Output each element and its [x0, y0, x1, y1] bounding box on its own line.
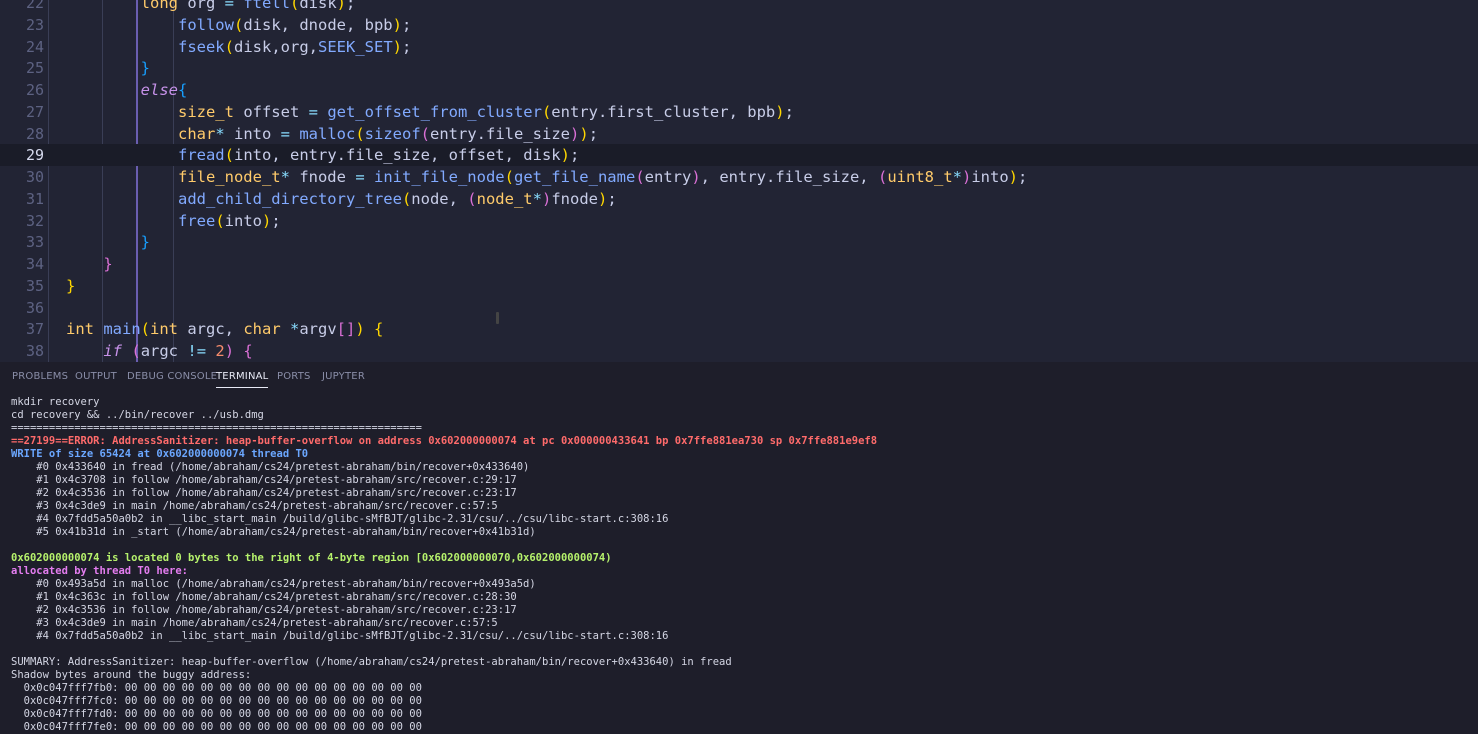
code-text: follow(disk, dnode, bpb); — [177, 15, 412, 34]
tab-output[interactable]: OUTPUT — [75, 371, 117, 382]
terminal-line: 0x602000000074 is located 0 bytes to the… — [11, 552, 612, 564]
terminal-line: #1 0x4c363c in follow /home/abraham/cs24… — [11, 591, 517, 603]
terminal-line: 0x0c047fff7fb0: 00 00 00 00 00 00 00 00 … — [11, 682, 422, 694]
tab-debug-console[interactable]: DEBUG CONSOLE — [127, 371, 217, 382]
terminal-line: #4 0x7fdd5a50a0b2 in __libc_start_main /… — [11, 513, 669, 525]
terminal-line: #3 0x4c3de9 in main /home/abraham/cs24/p… — [11, 500, 498, 512]
tab-jupyter[interactable]: JUPYTER — [322, 371, 365, 382]
tab-ports[interactable]: PORTS — [277, 371, 311, 382]
line-number: 36 — [25, 298, 44, 317]
line-number: 34 — [25, 255, 44, 273]
line-number: 37 — [25, 320, 44, 339]
terminal-line: ==27199==ERROR: AddressSanitizer: heap-b… — [11, 435, 878, 447]
code-line[interactable]: 22 long org = ftell(disk); — [0, 0, 1478, 14]
line-number: 27 — [25, 102, 44, 121]
terminal-line: WRITE of size 65424 at 0x602000000074 th… — [11, 448, 309, 460]
code-line[interactable]: 23 follow(disk, dnode, bpb); — [0, 14, 1478, 36]
code-editor[interactable]: 22 long org = ftell(disk); 23 follow(disk… — [0, 0, 1478, 362]
code-text: int main(int argc, char *argv[]) { — [66, 320, 384, 339]
code-text: file_node_t* fnode = init_file_node(get_… — [177, 168, 1028, 186]
terminal-line: #0 0x433640 in fread (/home/abraham/cs24… — [11, 461, 530, 473]
mouse-cursor-icon — [496, 312, 499, 324]
code-text: } — [140, 233, 150, 252]
line-number: 31 — [25, 189, 44, 208]
code-line[interactable]: 25 } — [0, 57, 1478, 79]
terminal-line: 0x0c047fff7fd0: 00 00 00 00 00 00 00 00 … — [11, 708, 422, 720]
terminal-line: Shadow bytes around the buggy address: — [11, 669, 252, 681]
terminal-line: allocated by thread T0 here: — [11, 565, 189, 577]
terminal-line: #3 0x4c3de9 in main /home/abraham/cs24/p… — [11, 617, 498, 629]
terminal-line: SUMMARY: AddressSanitizer: heap-buffer-o… — [11, 656, 732, 668]
code-text: long org = ftell(disk); — [140, 0, 356, 12]
code-line[interactable]: 34 } — [0, 253, 1478, 275]
tab-problems[interactable]: PROBLEMS — [12, 371, 68, 382]
code-text: fseek(disk,org,SEEK_SET); — [177, 37, 412, 56]
code-line[interactable]: 26 else{ — [0, 79, 1478, 101]
terminal-line: mkdir recovery — [11, 396, 100, 408]
code-text: fread(into, entry.file_size, offset, dis… — [177, 146, 580, 165]
code-line[interactable]: 32 free(into); — [0, 210, 1478, 232]
panel-tabs: PROBLEMS OUTPUT DEBUG CONSOLE TERMINAL P… — [0, 362, 1478, 392]
code-text: } — [140, 59, 150, 78]
line-number: 29 — [25, 146, 44, 165]
terminal-line: 0x0c047fff7fe0: 00 00 00 00 00 00 00 00 … — [11, 721, 422, 733]
code-line[interactable]: 38 if (argc != 2) { — [0, 340, 1478, 362]
code-line[interactable]: 35} — [0, 275, 1478, 297]
code-text: } — [66, 276, 76, 295]
tab-terminal[interactable]: TERMINAL — [216, 371, 269, 388]
line-number: 25 — [25, 59, 44, 78]
code-text: free(into); — [177, 211, 281, 230]
bottom-panel: PROBLEMS OUTPUT DEBUG CONSOLE TERMINAL P… — [0, 362, 1478, 733]
code-line[interactable]: 33 } — [0, 231, 1478, 253]
line-number: 35 — [25, 276, 44, 295]
code-line[interactable]: 37 int main(int argc, char *argv[]) { — [0, 318, 1478, 340]
terminal-line: #2 0x4c3536 in follow /home/abraham/cs24… — [11, 604, 517, 616]
terminal-line: #5 0x41b31d in _start (/home/abraham/cs2… — [11, 526, 536, 538]
code-line[interactable]: 31 add_child_directory_tree(node, (node_… — [0, 188, 1478, 210]
terminal-line: cd recovery && ../bin/recover ../usb.dmg — [11, 409, 264, 421]
line-number: 26 — [25, 81, 44, 99]
line-number: 28 — [25, 124, 44, 143]
code-text: size_t offset = get_offset_from_cluster(… — [177, 102, 794, 121]
terminal-line: ========================================… — [11, 422, 422, 434]
code-text: if (argc != 2) { — [103, 342, 253, 360]
code-line[interactable]: 36 — [0, 297, 1478, 319]
line-number: 30 — [25, 168, 44, 186]
terminal-line: #2 0x4c3536 in follow /home/abraham/cs24… — [11, 487, 517, 499]
line-number: 24 — [25, 37, 44, 56]
line-number: 22 — [25, 0, 44, 12]
terminal-output[interactable]: mkdir recovery cd recovery && ../bin/reco… — [11, 396, 1471, 734]
line-number: 33 — [25, 233, 44, 252]
code-line[interactable]: 27 size_t offset = get_offset_from_clust… — [0, 101, 1478, 123]
code-line[interactable]: 30 file_node_t* fnode = init_file_node(g… — [0, 166, 1478, 188]
code-line[interactable]: 29 fread(into, entry.file_size, offset, … — [0, 144, 1478, 167]
terminal-line: #4 0x7fdd5a50a0b2 in __libc_start_main /… — [11, 630, 669, 642]
code-text: } — [103, 255, 113, 273]
terminal-line: #0 0x493a5d in malloc (/home/abraham/cs2… — [11, 578, 536, 590]
code-text: add_child_directory_tree(node, (node_t*)… — [177, 189, 617, 208]
code-line[interactable]: 24 fseek(disk,org,SEEK_SET); — [0, 36, 1478, 58]
code-line[interactable]: 28 char* into = malloc(sizeof(entry.file… — [0, 123, 1478, 145]
line-number: 32 — [25, 211, 44, 230]
terminal-line: #1 0x4c3708 in follow /home/abraham/cs24… — [11, 474, 517, 486]
line-number: 23 — [25, 15, 44, 34]
code-text: else{ — [140, 81, 188, 99]
line-number: 38 — [25, 342, 44, 360]
terminal-line: 0x0c047fff7fc0: 00 00 00 00 00 00 00 00 … — [11, 695, 422, 707]
code-text: char* into = malloc(sizeof(entry.file_si… — [177, 124, 599, 143]
